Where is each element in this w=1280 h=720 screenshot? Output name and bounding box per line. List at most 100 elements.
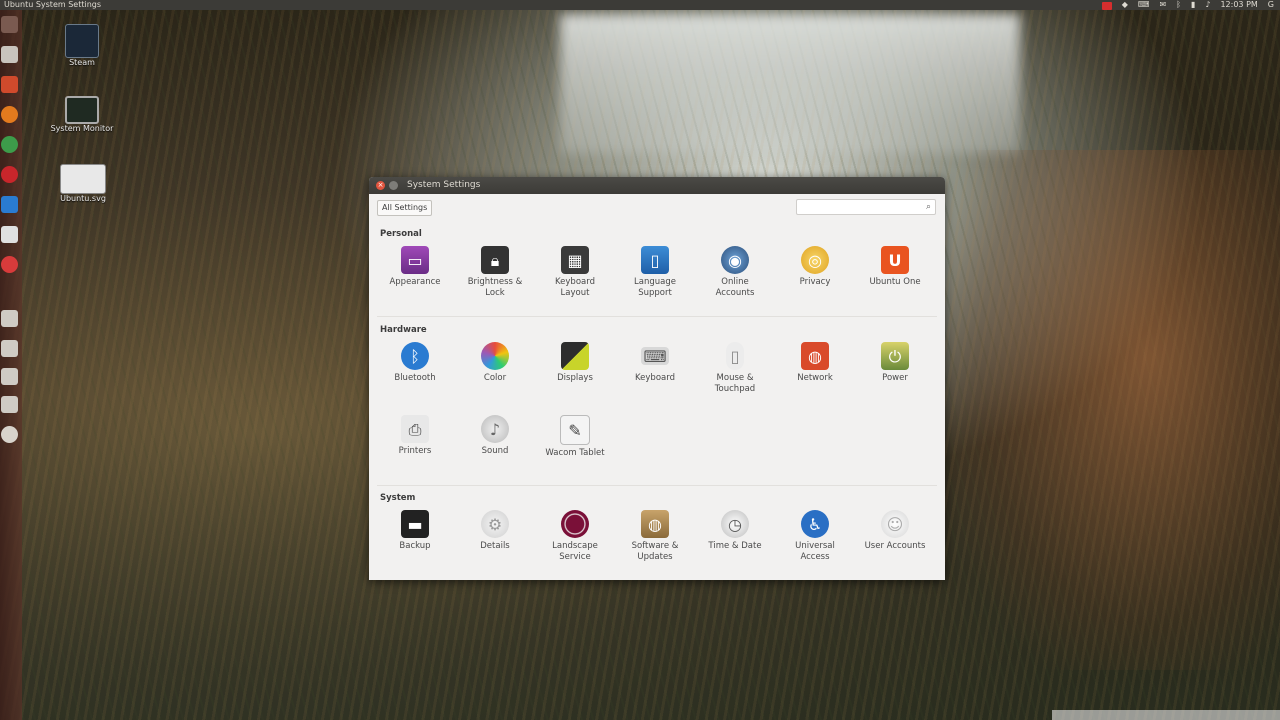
settings-item-keyboard-layout[interactable]: ▦ Keyboard Layout: [538, 246, 612, 299]
tablet-icon: ✎: [560, 415, 590, 445]
window-toolbar: All Settings ⌕: [369, 194, 945, 220]
keyboard-icon: ⌨: [641, 347, 669, 365]
trash-icon[interactable]: [1, 426, 18, 443]
lock-icon: 🔒︎: [481, 246, 509, 274]
section-title-hardware: Hardware: [380, 325, 427, 335]
landscape-icon: [561, 510, 589, 538]
keyboard-icon[interactable]: ⌨: [1138, 0, 1150, 10]
backup-icon: ▬: [401, 510, 429, 538]
window-title: System Settings: [407, 180, 481, 190]
section-title-personal: Personal: [380, 229, 422, 239]
text-editor-icon[interactable]: [1, 226, 18, 243]
color-icon: [481, 342, 509, 370]
settings-item-ubuntu-one[interactable]: U Ubuntu One: [858, 246, 932, 288]
desktop-icon-label: Ubuntu.svg: [60, 194, 106, 203]
clock-icon: ◷: [721, 510, 749, 538]
settings-item-details[interactable]: ⚙ Details: [458, 510, 532, 552]
wallpaper-sky: [560, 14, 1020, 154]
printer-icon: ⎙: [401, 415, 429, 443]
settings-item-displays[interactable]: Displays: [538, 342, 612, 384]
close-button[interactable]: ×: [376, 181, 385, 190]
search-input[interactable]: ⌕: [796, 199, 936, 215]
search-icon: ⌕: [925, 202, 931, 212]
settings-item-mouse-touchpad[interactable]: ▯ Mouse & Touchpad: [698, 342, 772, 395]
files-icon[interactable]: [1, 46, 18, 63]
dash-home-icon[interactable]: [1, 16, 18, 33]
app-icon[interactable]: [1, 196, 18, 213]
section-divider: [377, 485, 937, 486]
settings-item-brightness-lock[interactable]: 🔒︎ Brightness & Lock: [458, 246, 532, 299]
workspace-icon[interactable]: [1, 310, 18, 327]
settings-item-universal-access[interactable]: ♿︎ Universal Access: [778, 510, 852, 563]
gear-icon: ⚙: [481, 510, 509, 538]
settings-item-privacy[interactable]: ◎ Privacy: [778, 246, 852, 288]
workspace-icon[interactable]: [1, 340, 18, 357]
clock[interactable]: 12:03 PM: [1220, 0, 1257, 10]
settings-item-sound[interactable]: ♪ Sound: [458, 415, 532, 457]
keyboard-layout-icon: ▦: [561, 246, 589, 274]
software-updates-icon: ◍: [641, 510, 669, 538]
panel-app-title: Ubuntu System Settings: [4, 0, 102, 9]
desktop-icon-label: System Monitor: [50, 124, 114, 133]
all-settings-button[interactable]: All Settings: [377, 200, 433, 216]
language-icon: ▯: [641, 246, 669, 274]
top-panel: Ubuntu System Settings ◆ ⌨ ✉ ᛒ ▮ ♪ 12:03…: [0, 0, 1280, 10]
mouse-icon: ▯: [726, 342, 744, 370]
settings-item-software-updates[interactable]: ◍ Software & Updates: [618, 510, 692, 563]
settings-item-printers[interactable]: ⎙ Printers: [378, 415, 452, 457]
system-settings-window: × System Settings All Settings ⌕ Persona…: [369, 177, 945, 580]
privacy-icon: ◎: [801, 246, 829, 274]
firefox-icon[interactable]: [1, 106, 18, 123]
software-center-icon[interactable]: [1, 76, 18, 93]
image-file-icon: [60, 164, 106, 194]
panel-indicators: ◆ ⌨ ✉ ᛒ ▮ ♪ 12:03 PM G: [1101, 0, 1274, 10]
settings-item-language-support[interactable]: ▯ Language Support: [618, 246, 692, 299]
bluetooth-icon: ᛒ: [401, 342, 429, 370]
monitor-icon: [65, 96, 99, 124]
window-titlebar[interactable]: × System Settings: [369, 177, 945, 194]
notification-icon[interactable]: [1101, 1, 1112, 10]
sound-icon: ♪: [481, 415, 509, 443]
volume-icon[interactable]: ♪: [1205, 0, 1210, 10]
opera-icon[interactable]: [1, 166, 18, 183]
desktop-icon-steam[interactable]: Steam: [58, 24, 106, 67]
users-icon: ☺: [881, 510, 909, 538]
settings-item-landscape-service[interactable]: Landscape Service: [538, 510, 612, 563]
launcher: [0, 10, 22, 720]
settings-item-color[interactable]: Color: [458, 342, 532, 384]
settings-item-bluetooth[interactable]: ᛒ Bluetooth: [378, 342, 452, 384]
accessibility-icon: ♿︎: [801, 510, 829, 538]
minimize-button[interactable]: [389, 181, 398, 190]
wallpaper-warm-grass: [950, 150, 1280, 670]
section-divider: [377, 316, 937, 317]
settings-item-appearance[interactable]: ▭ Appearance: [378, 246, 452, 288]
section-title-system: System: [380, 493, 416, 503]
bottom-overlay-bar: [1052, 710, 1280, 720]
bluetooth-icon[interactable]: ᛒ: [1176, 0, 1181, 10]
desktop-icon-system-monitor[interactable]: System Monitor: [46, 96, 118, 133]
settings-item-user-accounts[interactable]: ☺ User Accounts: [858, 510, 932, 552]
settings-app-icon[interactable]: [1, 256, 18, 273]
settings-item-power[interactable]: ⏻ Power: [858, 342, 932, 384]
settings-item-backup[interactable]: ▬ Backup: [378, 510, 452, 552]
network-icon[interactable]: ◆: [1122, 0, 1128, 10]
mail-icon[interactable]: ✉: [1159, 0, 1166, 10]
settings-item-network[interactable]: ◍ Network: [778, 342, 852, 384]
desktop-icon-label: Steam: [69, 58, 95, 67]
battery-icon[interactable]: ▮: [1191, 0, 1195, 10]
online-accounts-icon: ◉: [721, 246, 749, 274]
settings-item-wacom-tablet[interactable]: ✎ Wacom Tablet: [538, 415, 612, 459]
session-gear-icon[interactable]: G: [1268, 0, 1274, 10]
window-controls: ×: [376, 181, 398, 190]
network-icon: ◍: [801, 342, 829, 370]
power-icon: ⏻: [881, 342, 909, 370]
workspace-icon[interactable]: [1, 368, 18, 385]
workspace-icon[interactable]: [1, 396, 18, 413]
settings-item-time-date[interactable]: ◷ Time & Date: [698, 510, 772, 552]
settings-item-online-accounts[interactable]: ◉ Online Accounts: [698, 246, 772, 299]
chrome-icon[interactable]: [1, 136, 18, 153]
ubuntu-one-icon: U: [881, 246, 909, 274]
settings-item-keyboard[interactable]: ⌨ Keyboard: [618, 342, 692, 384]
desktop-icon-file[interactable]: Ubuntu.svg: [56, 164, 110, 203]
appearance-icon: ▭: [401, 246, 429, 274]
